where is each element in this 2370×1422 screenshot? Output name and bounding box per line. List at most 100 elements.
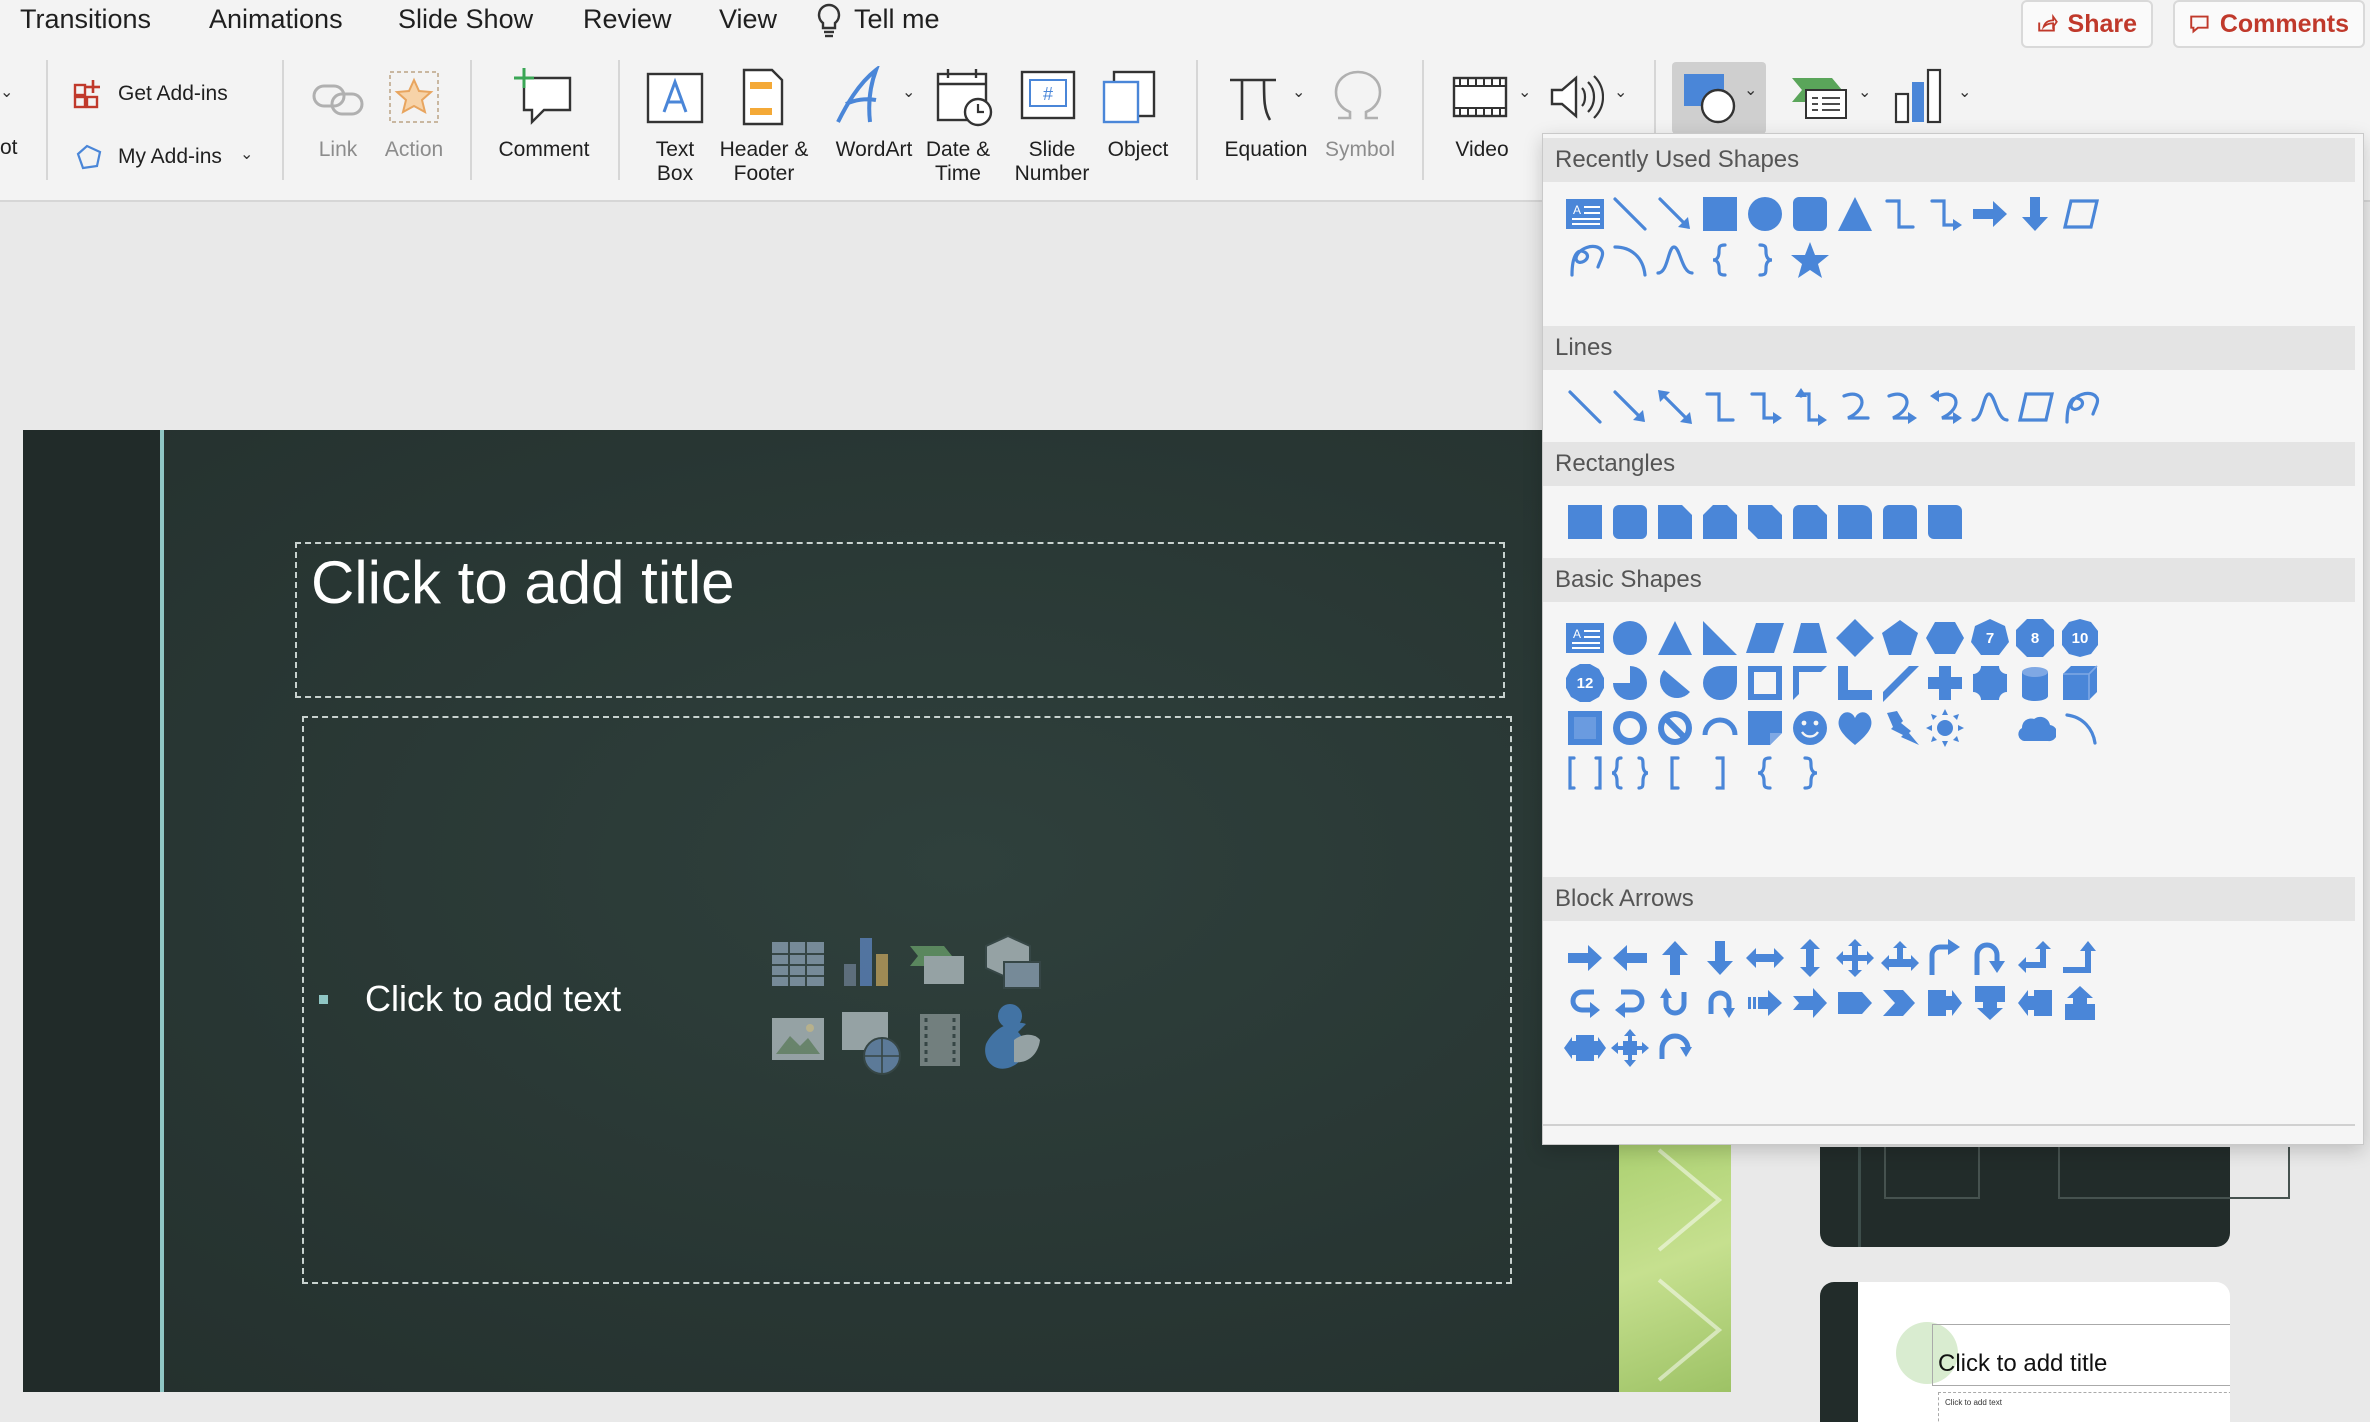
comment-button[interactable]: Comment xyxy=(494,138,594,162)
chevron-down-icon[interactable]: ⌄ xyxy=(902,82,915,102)
text-box-label-2[interactable]: Box xyxy=(640,162,710,186)
content-placeholder-text: Click to add text xyxy=(365,978,622,1019)
share-icon xyxy=(2038,13,2058,32)
section-lines: Lines xyxy=(1543,326,2355,370)
header-footer-label-1[interactable]: Header & xyxy=(712,138,816,162)
comments-label: Comments xyxy=(2219,9,2349,38)
content-placeholder[interactable]: Click to add text xyxy=(302,716,1512,1284)
shapes-button[interactable]: ⌄ xyxy=(1672,62,1766,134)
share-label: Share xyxy=(2067,9,2137,38)
video-film-icon[interactable] xyxy=(1450,74,1510,120)
svg-text:#: # xyxy=(1043,84,1053,104)
object-icon[interactable] xyxy=(1100,68,1160,126)
insert-chart-icon[interactable] xyxy=(844,938,888,986)
shape-rect-round2diag-icon[interactable] xyxy=(1917,494,1973,550)
chevron-down-icon[interactable]: ⌄ xyxy=(240,144,253,164)
tab-view[interactable]: View xyxy=(719,4,777,35)
comments-button[interactable]: Comments xyxy=(2173,0,2365,48)
slide-thumbnail-next[interactable]: Click to add title Click to add text xyxy=(1820,1282,2230,1422)
chevron-down-icon[interactable]: ⌄ xyxy=(1614,82,1627,102)
new-comment-icon[interactable] xyxy=(512,66,576,128)
chevron-down-icon[interactable]: ⌄ xyxy=(1292,82,1305,102)
video-label[interactable]: Video xyxy=(1446,138,1518,162)
insert-video-icon[interactable] xyxy=(920,1014,960,1066)
chevron-down-icon[interactable]: ⌄ xyxy=(1858,82,1871,102)
screenshot-label[interactable]: ot xyxy=(0,136,18,160)
insert-3d-model-icon[interactable] xyxy=(985,934,1041,989)
get-add-ins-button[interactable]: Get Add-ins xyxy=(118,82,228,106)
insert-picture-icon[interactable] xyxy=(772,1018,824,1060)
shape-basic-arcline-icon[interactable] xyxy=(2052,700,2108,756)
chevron-down-icon[interactable]: ⌄ xyxy=(1518,82,1531,102)
tell-me-search[interactable]: Tell me xyxy=(854,4,940,35)
symbol-label: Symbol xyxy=(1324,138,1396,161)
action-icon[interactable] xyxy=(386,68,442,126)
section-basic-shapes: Basic Shapes xyxy=(1543,558,2355,602)
header-footer-label-2[interactable]: Footer xyxy=(712,162,816,186)
insert-online-picture-icon[interactable] xyxy=(842,1012,901,1075)
tab-review[interactable]: Review xyxy=(583,4,672,35)
title-placeholder[interactable]: Click to add title xyxy=(295,542,1505,698)
insert-content-icons xyxy=(772,934,1041,1075)
insert-table-icon[interactable] xyxy=(772,942,824,986)
wordart-label[interactable]: WordArt xyxy=(828,138,920,162)
insert-smartart-icon[interactable] xyxy=(910,946,964,984)
slide-accent-line xyxy=(160,430,164,1392)
svg-text:A: A xyxy=(1573,203,1581,217)
link-label: Link xyxy=(318,138,358,161)
title-placeholder-text: Click to add title xyxy=(311,549,735,616)
audio-speaker-icon[interactable] xyxy=(1548,72,1604,122)
shapes-gallery-dropdown[interactable]: Recently Used Shapes Lines Rectangles Ba… xyxy=(1542,133,2364,1145)
text-box-label-1[interactable]: Text xyxy=(640,138,710,162)
action-label: Action xyxy=(384,138,444,161)
section-rectangles: Rectangles xyxy=(1543,442,2355,486)
svg-text:12: 12 xyxy=(1577,675,1594,692)
text-box-icon[interactable] xyxy=(644,68,706,126)
svg-text:10: 10 xyxy=(2072,630,2089,647)
slide-thumbnail-previous[interactable] xyxy=(1820,1147,2290,1247)
object-label[interactable]: Object xyxy=(1094,138,1182,162)
svg-text:A: A xyxy=(1573,627,1581,641)
slide-number-label-1[interactable]: Slide xyxy=(1010,138,1094,162)
symbol-omega-icon[interactable] xyxy=(1330,70,1386,124)
smartart-icon[interactable] xyxy=(1788,72,1852,122)
lightbulb-icon[interactable] xyxy=(814,2,844,38)
svg-text:7: 7 xyxy=(1986,630,1994,647)
thumbnail-title-text: Click to add title xyxy=(1938,1350,2108,1377)
chevron-down-icon: ⌄ xyxy=(1744,82,1758,99)
slide-number-icon[interactable]: # xyxy=(1018,68,1078,126)
my-add-ins-button[interactable]: My Add-ins xyxy=(118,145,222,169)
shape-recent-freeform-icon[interactable] xyxy=(2052,186,2108,242)
gallery-scrollbar[interactable] xyxy=(2353,134,2363,1134)
shape-arrow-upcallout-icon[interactable] xyxy=(2052,975,2108,1031)
chevron-down-icon[interactable]: ⌄ xyxy=(0,82,13,102)
share-button[interactable]: Share xyxy=(2021,0,2153,48)
equation-label[interactable]: Equation xyxy=(1214,138,1318,162)
link-icon[interactable] xyxy=(310,74,366,124)
chevron-down-icon[interactable]: ⌄ xyxy=(1958,82,1971,102)
section-block-arrows: Block Arrows xyxy=(1543,877,2355,921)
equation-pi-icon[interactable] xyxy=(1226,70,1284,124)
tab-transitions[interactable]: Transitions xyxy=(20,4,151,35)
insert-icons-icon[interactable] xyxy=(985,1004,1040,1069)
header-footer-icon[interactable] xyxy=(740,66,786,128)
bullet-icon xyxy=(319,995,328,1004)
shapes-icon xyxy=(1684,74,1736,124)
section-recently-used: Recently Used Shapes xyxy=(1543,138,2355,182)
tab-animations[interactable]: Animations xyxy=(209,4,343,35)
date-time-icon[interactable] xyxy=(934,66,996,128)
date-time-label-1[interactable]: Date & xyxy=(920,138,996,162)
add-ins-store-icon[interactable] xyxy=(72,76,106,110)
my-add-ins-icon[interactable] xyxy=(74,142,106,172)
shape-basic-rbrace-icon[interactable] xyxy=(1782,745,1838,801)
chart-icon[interactable] xyxy=(1892,66,1948,126)
wordart-icon[interactable] xyxy=(832,66,888,128)
tab-slide-show[interactable]: Slide Show xyxy=(398,4,533,35)
date-time-label-2[interactable]: Time xyxy=(920,162,996,186)
shape-recent-star-icon[interactable] xyxy=(1782,232,1838,288)
slide-canvas[interactable]: Click to add title Click to add text xyxy=(23,430,1731,1392)
shape-lines-scribble-icon[interactable] xyxy=(2052,379,2108,435)
menu-bar: Transitions Animations Slide Show Review… xyxy=(0,0,2370,52)
slide-number-label-2[interactable]: Number xyxy=(1010,162,1094,186)
shape-arrow-circular-icon[interactable] xyxy=(1647,1020,1703,1076)
